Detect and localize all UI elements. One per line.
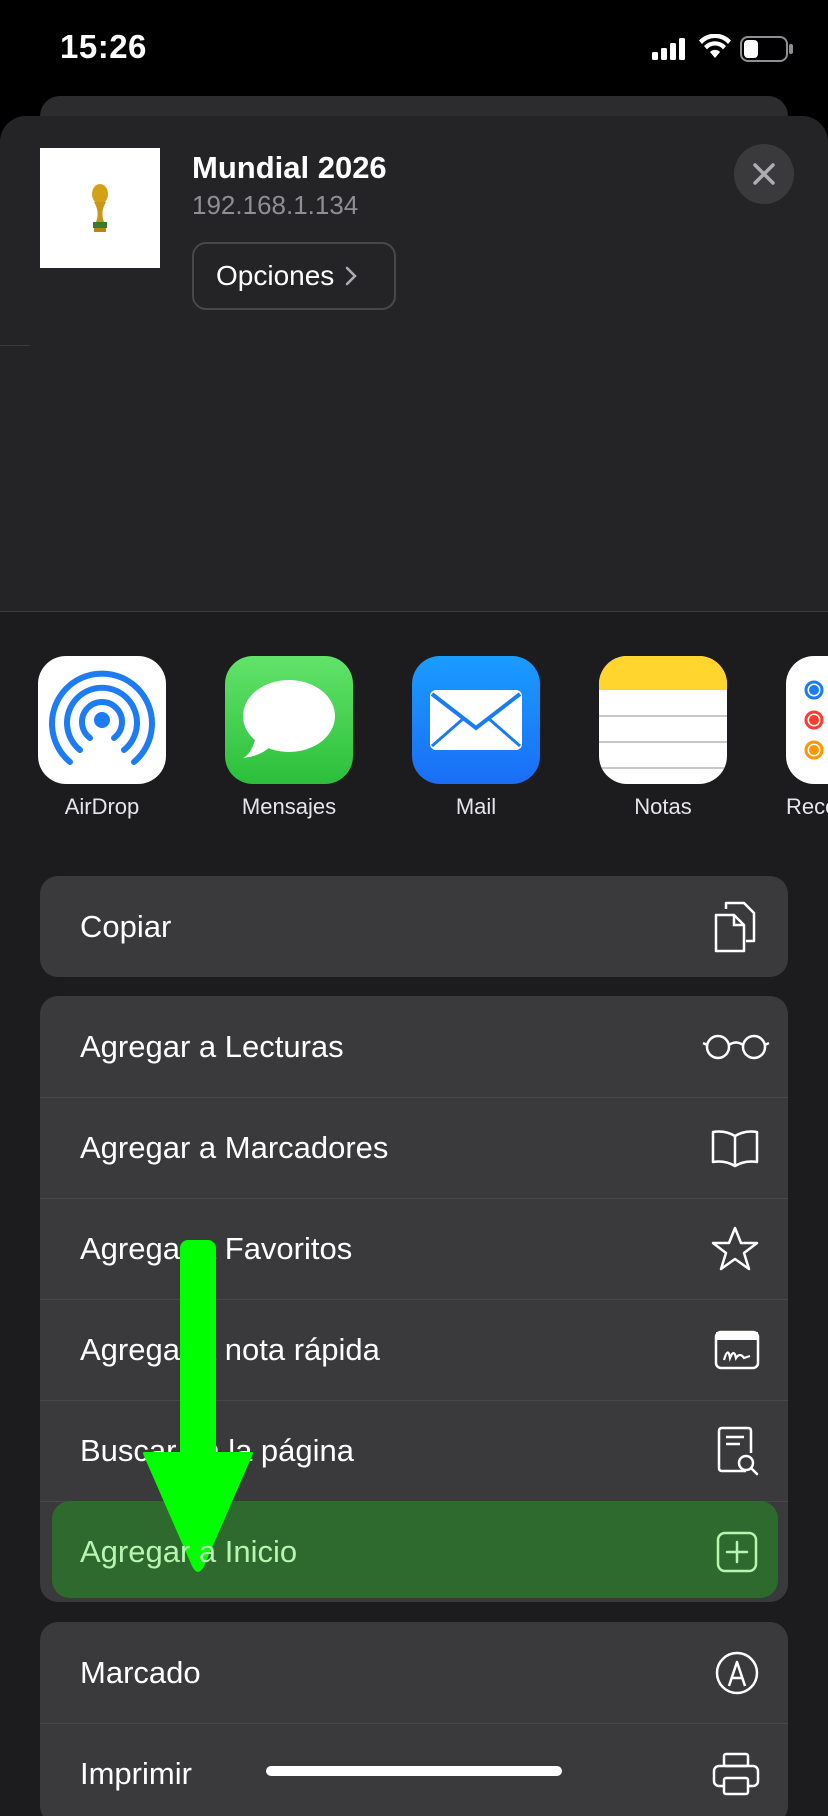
messages-icon [225,656,353,784]
status-bar: 15:26 [0,0,828,100]
cellular-signal-icon [652,38,685,60]
quick-note-icon [714,1330,760,1369]
wifi-icon [699,34,731,58]
page-address: 192.168.1.134 [192,190,359,220]
header-divider [0,611,828,612]
add-square-icon [716,1531,758,1572]
find-in-page-icon [717,1426,759,1475]
page-title: Mundial 2026 [192,150,387,185]
share-sheet: Mundial 2026 192.168.1.134 Opciones AirD [0,116,828,1816]
share-app-reminders[interactable]: Reco [786,656,828,820]
action-add-reading-list[interactable]: Agregar a Lecturas [40,996,788,1097]
action-label: Agregar a Marcadores [80,1129,389,1165]
share-sheet-header: Mundial 2026 192.168.1.134 Opciones [0,116,828,612]
app-label: Notas [634,794,692,819]
share-app-messages[interactable]: Mensajes [225,656,353,820]
app-label: Mensajes [241,794,337,819]
world-cup-trophy-icon [92,184,108,232]
close-button[interactable] [734,144,794,204]
home-indicator [266,1766,562,1776]
chevron-right-icon [346,266,358,286]
arrow-down-icon [143,1240,253,1572]
battery-icon [740,36,793,62]
share-app-airdrop[interactable]: AirDrop [38,656,166,820]
notes-icon [599,656,727,784]
options-button[interactable]: Opciones [192,242,396,310]
action-group-more: Marcado Imprimir [40,1622,788,1816]
close-icon [753,163,775,185]
action-label: Agregar a Lecturas [80,1028,344,1064]
book-icon [711,1129,759,1167]
copy-icon [714,901,756,952]
app-label: Mail [455,794,497,819]
mail-icon [412,656,540,784]
action-markup[interactable]: Marcado [40,1622,788,1723]
options-label: Opciones [216,260,335,291]
action-group-copy: Copiar [40,876,788,977]
action-copy[interactable]: Copiar [40,876,788,977]
share-app-notes[interactable]: Notas [599,656,727,820]
action-add-bookmarks[interactable]: Agregar a Marcadores [40,1097,788,1198]
action-label: Agregar a Inicio [80,1533,298,1569]
app-label: Reco [786,794,828,819]
share-app-mail[interactable]: Mail [412,656,540,820]
markup-icon [715,1651,759,1694]
app-label: AirDrop [64,794,140,819]
star-icon [711,1226,759,1270]
reminders-icon [786,656,828,784]
action-label: Copiar [80,908,172,944]
action-label: Imprimir [80,1755,192,1791]
airdrop-icon [38,656,166,784]
status-time: 15:26 [60,28,147,65]
action-label: Marcado [80,1654,201,1690]
glasses-icon [702,1034,770,1059]
divider [0,345,30,346]
printer-icon [712,1752,760,1795]
